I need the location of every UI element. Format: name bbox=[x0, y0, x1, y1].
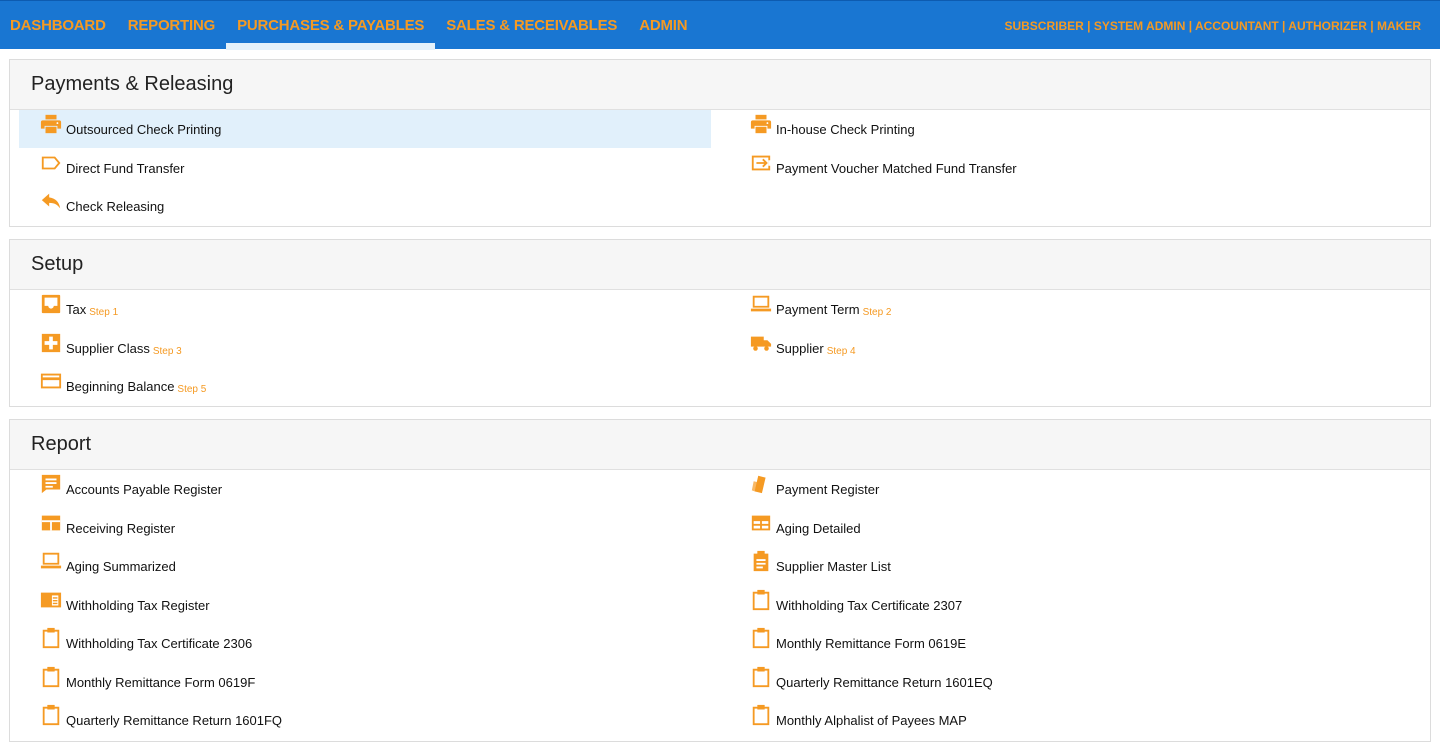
step-badge: Step 1 bbox=[89, 306, 119, 318]
withholding-tax-certificate-2307-link[interactable]: Withholding Tax Certificate 2307 bbox=[729, 586, 962, 624]
nav-admin[interactable]: ADMIN bbox=[628, 1, 698, 50]
monthly-remittance-form-0619f-link[interactable]: Monthly Remittance Form 0619F bbox=[19, 663, 255, 701]
calendar-icon bbox=[750, 512, 772, 534]
report-panel: Report Accounts Payable Register Payment… bbox=[9, 419, 1431, 742]
clipboard-icon bbox=[750, 666, 772, 688]
message-icon bbox=[40, 473, 62, 495]
tag-icon bbox=[40, 152, 62, 174]
supplier-link[interactable]: Supplier Step 4 bbox=[729, 329, 856, 367]
laptop-icon bbox=[40, 550, 62, 572]
inhouse-check-printing-link[interactable]: In-house Check Printing bbox=[729, 110, 915, 148]
tax-link[interactable]: Tax Step 1 bbox=[19, 290, 118, 328]
payments-releasing-panel: Payments & Releasing Outsourced Check Pr… bbox=[9, 59, 1431, 227]
laptop-icon bbox=[750, 293, 772, 315]
quarterly-remittance-return-1601fq-link[interactable]: Quarterly Remittance Return 1601FQ bbox=[19, 701, 282, 739]
panel-title: Report bbox=[10, 420, 1430, 470]
nav-sales-receivables[interactable]: SALES & RECEIVABLES bbox=[435, 1, 628, 50]
withholding-tax-certificate-2306-link[interactable]: Withholding Tax Certificate 2306 bbox=[19, 624, 252, 662]
clipboard-list-icon bbox=[750, 550, 772, 572]
transfer-icon bbox=[750, 152, 772, 174]
payment-term-link[interactable]: Payment Term Step 2 bbox=[729, 290, 892, 328]
book-icon bbox=[40, 589, 62, 611]
nav-dashboard[interactable]: DASHBOARD bbox=[0, 1, 117, 50]
cards-icon bbox=[750, 473, 772, 495]
reply-icon bbox=[40, 190, 62, 212]
direct-fund-transfer-link[interactable]: Direct Fund Transfer bbox=[19, 149, 185, 187]
clipboard-icon bbox=[40, 666, 62, 688]
monthly-alphalist-of-payees-map-link[interactable]: Monthly Alphalist of Payees MAP bbox=[729, 701, 967, 739]
monthly-remittance-form-0619e-link[interactable]: Monthly Remittance Form 0619E bbox=[729, 624, 966, 662]
main-nav: DASHBOARD REPORTING PURCHASES & PAYABLES… bbox=[0, 1, 698, 50]
panel-title: Payments & Releasing bbox=[10, 60, 1430, 110]
supplier-master-list-link[interactable]: Supplier Master List bbox=[729, 547, 891, 585]
payment-register-link[interactable]: Payment Register bbox=[729, 470, 879, 508]
check-releasing-link[interactable]: Check Releasing bbox=[19, 187, 164, 225]
top-navbar: DASHBOARD REPORTING PURCHASES & PAYABLES… bbox=[0, 0, 1440, 50]
nav-purchases-payables[interactable]: PURCHASES & PAYABLES bbox=[226, 1, 436, 50]
credit-card-icon bbox=[40, 370, 62, 392]
accounts-payable-register-link[interactable]: Accounts Payable Register bbox=[19, 470, 222, 508]
receiving-register-link[interactable]: Receiving Register bbox=[19, 509, 175, 547]
withholding-tax-register-link[interactable]: Withholding Tax Register bbox=[19, 586, 210, 624]
aging-detailed-link[interactable]: Aging Detailed bbox=[729, 509, 861, 547]
truck-icon bbox=[750, 332, 772, 354]
printer-icon bbox=[750, 113, 772, 135]
table-icon bbox=[40, 512, 62, 534]
clipboard-icon bbox=[750, 627, 772, 649]
payment-voucher-matched-fund-transfer-link[interactable]: Payment Voucher Matched Fund Transfer bbox=[729, 149, 1017, 187]
beginning-balance-link[interactable]: Beginning Balance Step 5 bbox=[19, 367, 206, 405]
step-badge: Step 4 bbox=[826, 345, 856, 357]
panel-title: Setup bbox=[10, 240, 1430, 290]
setup-panel: Setup Tax Step 1 Payment Term Step 2 Sup… bbox=[9, 239, 1431, 407]
printer-icon bbox=[40, 113, 62, 135]
step-badge: Step 5 bbox=[177, 383, 207, 395]
inbox-icon bbox=[40, 293, 62, 315]
clipboard-icon bbox=[40, 627, 62, 649]
aging-summarized-link[interactable]: Aging Summarized bbox=[19, 547, 176, 585]
supplier-class-link[interactable]: Supplier Class Step 3 bbox=[19, 329, 182, 367]
nav-reporting[interactable]: REPORTING bbox=[117, 1, 226, 50]
outsourced-check-printing-link[interactable]: Outsourced Check Printing bbox=[19, 110, 711, 148]
puzzle-icon bbox=[40, 332, 62, 354]
quarterly-remittance-return-1601eq-link[interactable]: Quarterly Remittance Return 1601EQ bbox=[729, 663, 993, 701]
step-badge: Step 2 bbox=[862, 306, 892, 318]
user-roles[interactable]: SUBSCRIBER | SYSTEM ADMIN | ACCOUNTANT |… bbox=[1004, 1, 1421, 50]
step-badge: Step 3 bbox=[152, 345, 182, 357]
clipboard-icon bbox=[750, 704, 772, 726]
clipboard-icon bbox=[40, 704, 62, 726]
clipboard-icon bbox=[750, 589, 772, 611]
